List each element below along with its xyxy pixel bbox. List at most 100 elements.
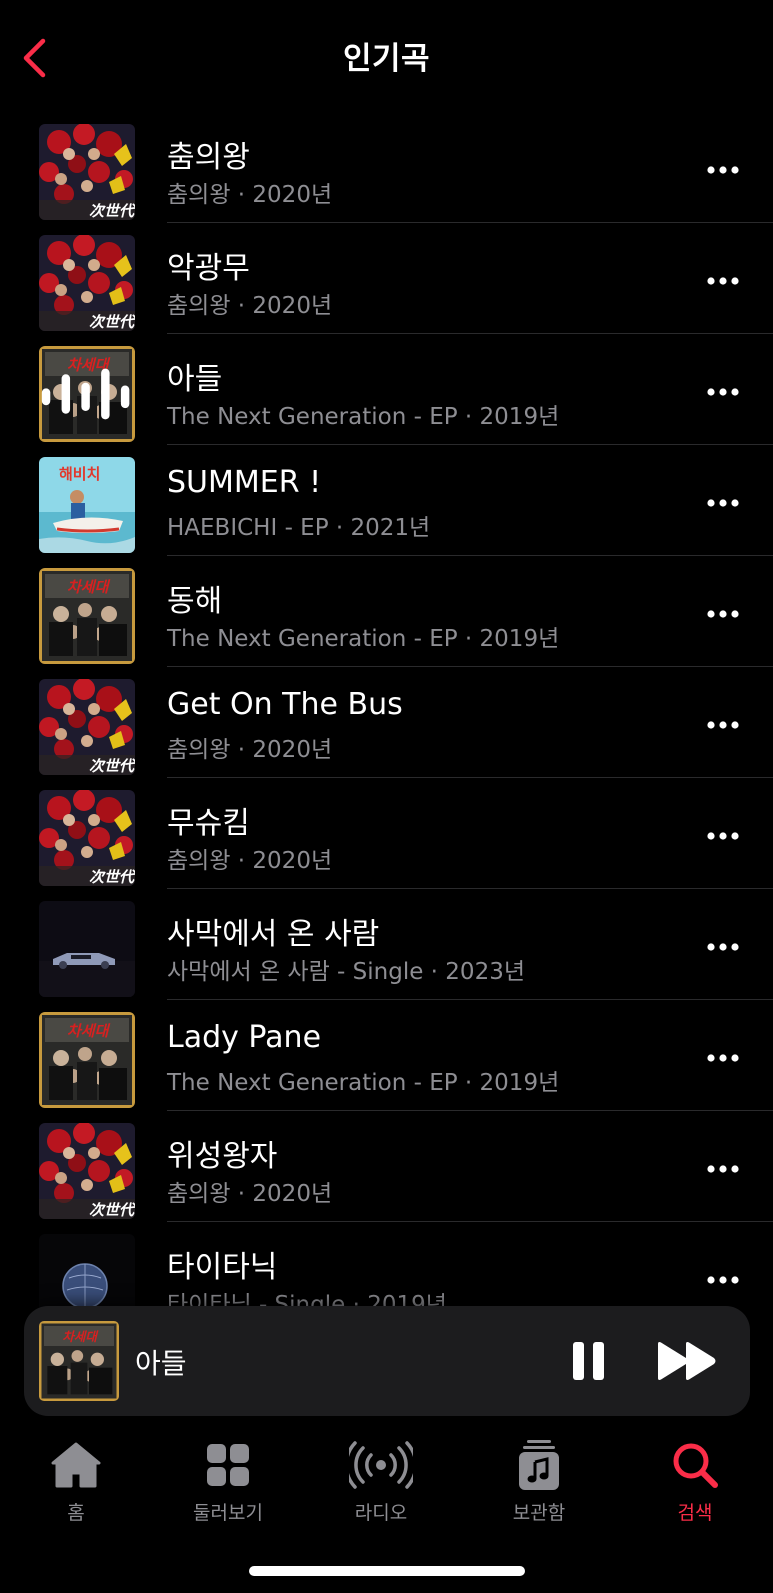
album-artwork: 次世代 — [39, 235, 135, 331]
more-options-button[interactable] — [703, 1149, 743, 1189]
more-options-button[interactable] — [703, 483, 743, 523]
nav-header: 인기곡 — [0, 0, 773, 112]
home-icon — [51, 1442, 101, 1488]
song-row[interactable]: 次世代 무슈킴춤의왕 · 2020년 — [0, 778, 773, 889]
album-artwork: 次世代 — [39, 124, 135, 220]
song-title: 악광무 — [167, 251, 250, 286]
ellipsis-icon — [707, 388, 739, 396]
song-row[interactable]: 次世代 악광무춤의왕 · 2020년 — [0, 223, 773, 334]
tab-label-search: 검색 — [677, 1502, 713, 1524]
album-artwork: 차세대 — [39, 346, 135, 442]
svg-text:次世代: 次世代 — [89, 202, 135, 220]
tab-browse[interactable]: 둘러보기 — [168, 1438, 288, 1538]
ellipsis-icon — [707, 499, 739, 507]
song-title: 아들 — [167, 362, 223, 397]
library-icon — [519, 1440, 559, 1490]
tab-label-library: 보관함 — [512, 1502, 566, 1524]
tab-label-browse: 둘러보기 — [193, 1502, 263, 1524]
song-title: 타이타닉 — [167, 1250, 278, 1285]
album-artwork: 次世代 — [39, 679, 135, 775]
svg-text:次世代: 次世代 — [89, 1201, 135, 1219]
pause-button[interactable] — [564, 1336, 614, 1386]
grid-icon — [207, 1444, 249, 1486]
song-subtitle: 춤의왕 · 2020년 — [167, 848, 333, 874]
album-artwork: 次世代 — [39, 790, 135, 886]
ellipsis-icon — [707, 610, 739, 618]
more-options-button[interactable] — [703, 372, 743, 412]
song-title: 사막에서 온 사람 — [167, 917, 380, 952]
song-row[interactable]: 차세대 동해 The Next Generation - EP · 2019년 — [0, 556, 773, 667]
mini-player-title: 아들 — [135, 1347, 187, 1380]
song-row[interactable]: 次世代 Get On The Bus 춤의왕 · 2020년 — [0, 667, 773, 778]
song-subtitle: The Next Generation - EP · 2019년 — [167, 626, 560, 652]
svg-text:次世代: 次世代 — [89, 757, 135, 775]
more-options-button[interactable] — [703, 594, 743, 634]
song-subtitle: 춤의왕 · 2020년 — [167, 293, 333, 319]
tab-search[interactable]: 검색 — [635, 1438, 755, 1538]
more-options-button[interactable] — [703, 261, 743, 301]
album-artwork: 차세대 — [39, 568, 135, 664]
svg-text:차세대: 차세대 — [62, 1329, 99, 1344]
tab-label-radio: 라디오 — [354, 1502, 408, 1524]
next-track-button[interactable] — [654, 1336, 720, 1386]
song-row[interactable]: 사막에서 온 사람사막에서 온 사람 - Single · 2023년 — [0, 889, 773, 1000]
more-options-button[interactable] — [703, 927, 743, 967]
song-row[interactable]: 타이타닉타이타닉 - Single · 2019년 — [0, 1222, 773, 1307]
tab-library[interactable]: 보관함 — [479, 1438, 599, 1538]
album-artwork: 차세대 — [39, 1012, 135, 1108]
now-playing-icon — [39, 346, 135, 442]
song-row[interactable]: 차세대 Lady Pane The Next Generation - EP · … — [0, 1000, 773, 1111]
page-title: 인기곡 — [342, 41, 431, 77]
ellipsis-icon — [707, 1054, 739, 1062]
pause-icon — [573, 1342, 604, 1380]
svg-text:次世代: 次世代 — [89, 868, 135, 886]
tab-home[interactable]: 홈 — [16, 1438, 136, 1538]
search-icon — [673, 1443, 718, 1488]
album-artwork: 해비치 — [39, 457, 135, 553]
svg-text:차세대: 차세대 — [67, 578, 111, 596]
album-artwork — [39, 1234, 135, 1307]
svg-text:차세대: 차세대 — [67, 1022, 111, 1040]
song-subtitle: 춤의왕 · 2020년 — [167, 737, 333, 763]
ellipsis-icon — [707, 1165, 739, 1173]
ellipsis-icon — [707, 721, 739, 729]
ellipsis-icon — [707, 943, 739, 951]
mini-player[interactable]: 차세대 아들 — [24, 1306, 750, 1416]
song-title: 위성왕자 — [167, 1139, 278, 1174]
song-row[interactable]: 次世代 위성왕자춤의왕 · 2020년 — [0, 1111, 773, 1222]
more-options-button[interactable] — [703, 1038, 743, 1078]
song-title: 무슈킴 — [167, 806, 250, 841]
more-options-button[interactable] — [703, 150, 743, 190]
song-row[interactable]: 해비치 SUMMER ! HAEBICHI - EP · 2021년 — [0, 445, 773, 556]
song-subtitle: The Next Generation - EP · 2019년 — [167, 404, 560, 430]
ellipsis-icon — [707, 166, 739, 174]
song-subtitle: 춤의왕 · 2020년 — [167, 1181, 333, 1207]
song-row[interactable]: 차세대 아들 The Next Generation - EP · 2019년 — [0, 334, 773, 445]
more-options-button[interactable] — [703, 1260, 743, 1300]
song-title: 동해 — [167, 584, 223, 619]
forward-icon — [658, 1342, 716, 1380]
album-artwork: 次世代 — [39, 1123, 135, 1219]
song-row[interactable]: 次世代 춤의왕춤의왕 · 2020년 — [0, 112, 773, 223]
tab-radio[interactable]: 라디오 — [321, 1438, 441, 1538]
svg-text:次世代: 次世代 — [89, 313, 135, 331]
ellipsis-icon — [707, 277, 739, 285]
more-options-button[interactable] — [703, 705, 743, 745]
ellipsis-icon — [707, 832, 739, 840]
mini-player-artwork: 차세대 — [39, 1321, 119, 1401]
song-title: 춤의왕 — [167, 140, 250, 175]
more-options-button[interactable] — [703, 816, 743, 856]
song-subtitle: 타이타닉 - Single · 2019년 — [167, 1292, 447, 1307]
song-title: Get On The Bus — [167, 687, 403, 722]
song-list: 次世代 춤의왕 춤의왕 · 2020년 次世代 악광무 춤의왕 · 2020년 차세… — [0, 112, 773, 1307]
tab-label-home: 홈 — [67, 1502, 85, 1524]
song-subtitle: The Next Generation - EP · 2019년 — [167, 1070, 560, 1096]
svg-text:해비치: 해비치 — [59, 465, 100, 483]
album-artwork — [39, 901, 135, 997]
song-subtitle: 사막에서 온 사람 - Single · 2023년 — [167, 959, 525, 985]
song-subtitle: 춤의왕 · 2020년 — [167, 182, 333, 208]
song-subtitle: HAEBICHI - EP · 2021년 — [167, 515, 431, 541]
home-indicator — [249, 1566, 525, 1576]
radio-icon — [349, 1441, 413, 1489]
ellipsis-icon — [707, 1276, 739, 1284]
